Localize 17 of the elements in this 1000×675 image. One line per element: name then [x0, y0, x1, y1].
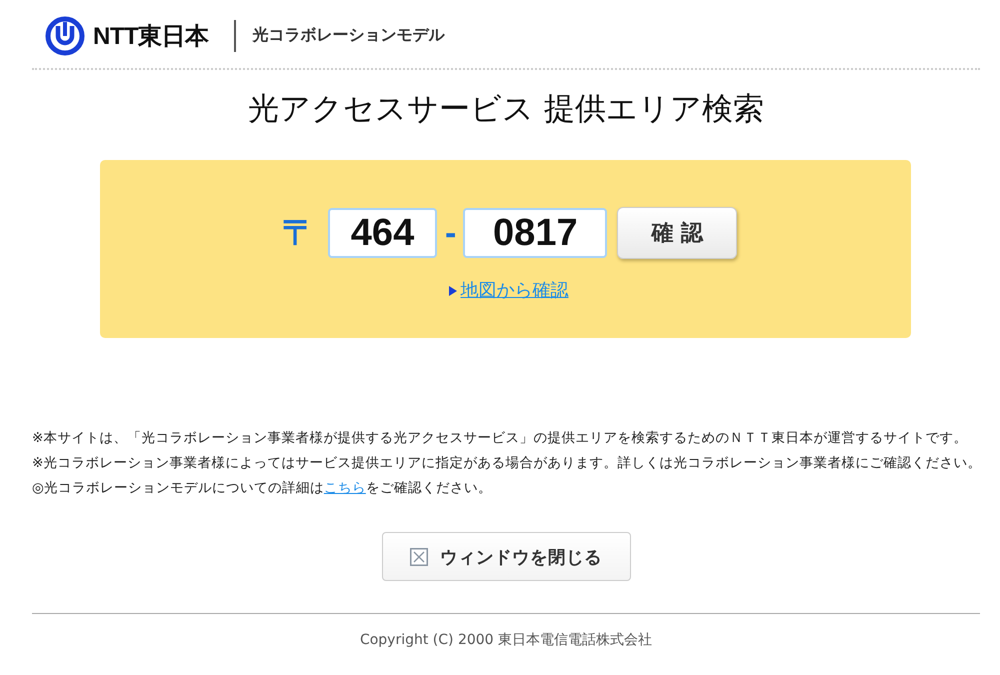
zip-first-field[interactable]: 464	[328, 208, 437, 258]
postal-mark: 〒	[282, 216, 316, 250]
zip-second-field[interactable]: 0817	[463, 208, 608, 258]
copyright-text: Copyright (C) 2000 東日本電信電話株式会社	[358, 631, 654, 649]
close-window-button[interactable]: ウィンドウを閉じる	[382, 532, 630, 581]
site-subtitle: 光コラボレーションモデル	[252, 25, 445, 46]
ring-logo-icon	[45, 16, 85, 56]
confirm-button[interactable]: 確 認	[617, 207, 738, 259]
note-text: ※本サイトは、「光コラボレーション事業者様が提供する光アクセスサービス」の提供エリアを検索するためのＮＴＴ東日本が運営するサイトです。	[32, 429, 968, 448]
logo-text: NTT東日本	[93, 22, 209, 52]
details-link[interactable]: こちら	[324, 480, 366, 496]
zip-separator: -	[445, 216, 456, 250]
note-text: ◎光コラボレーションモデルについての詳細は こちら をご確認ください。	[32, 479, 493, 498]
triangle-icon	[448, 286, 456, 296]
note-text: ※光コラボレーション事業者様によってはサービス提供エリアに指定がある場合があります。詳しくは光コラボレーション事業者様にご確認ください。	[32, 454, 980, 473]
close-box-icon	[410, 548, 428, 566]
page-title: 光アクセスサービス 提供エリア検索	[247, 90, 765, 129]
